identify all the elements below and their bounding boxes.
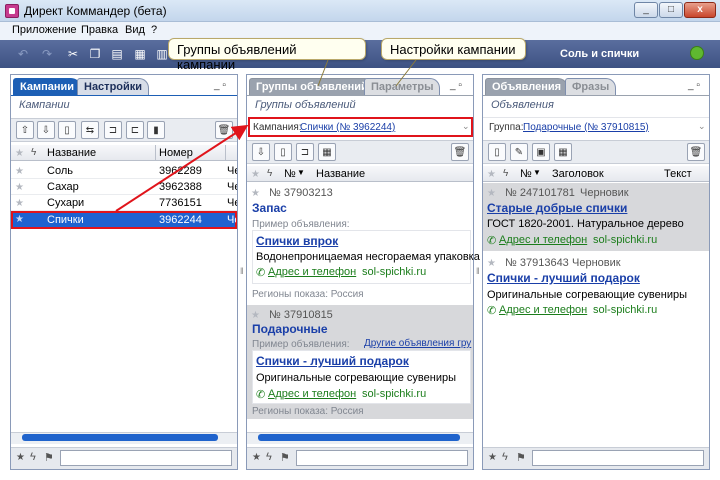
red-arrow [115, 124, 249, 212]
annotation-arrows [115, 59, 417, 212]
callout-pointer [317, 59, 329, 87]
callout-pointer [395, 59, 417, 87]
